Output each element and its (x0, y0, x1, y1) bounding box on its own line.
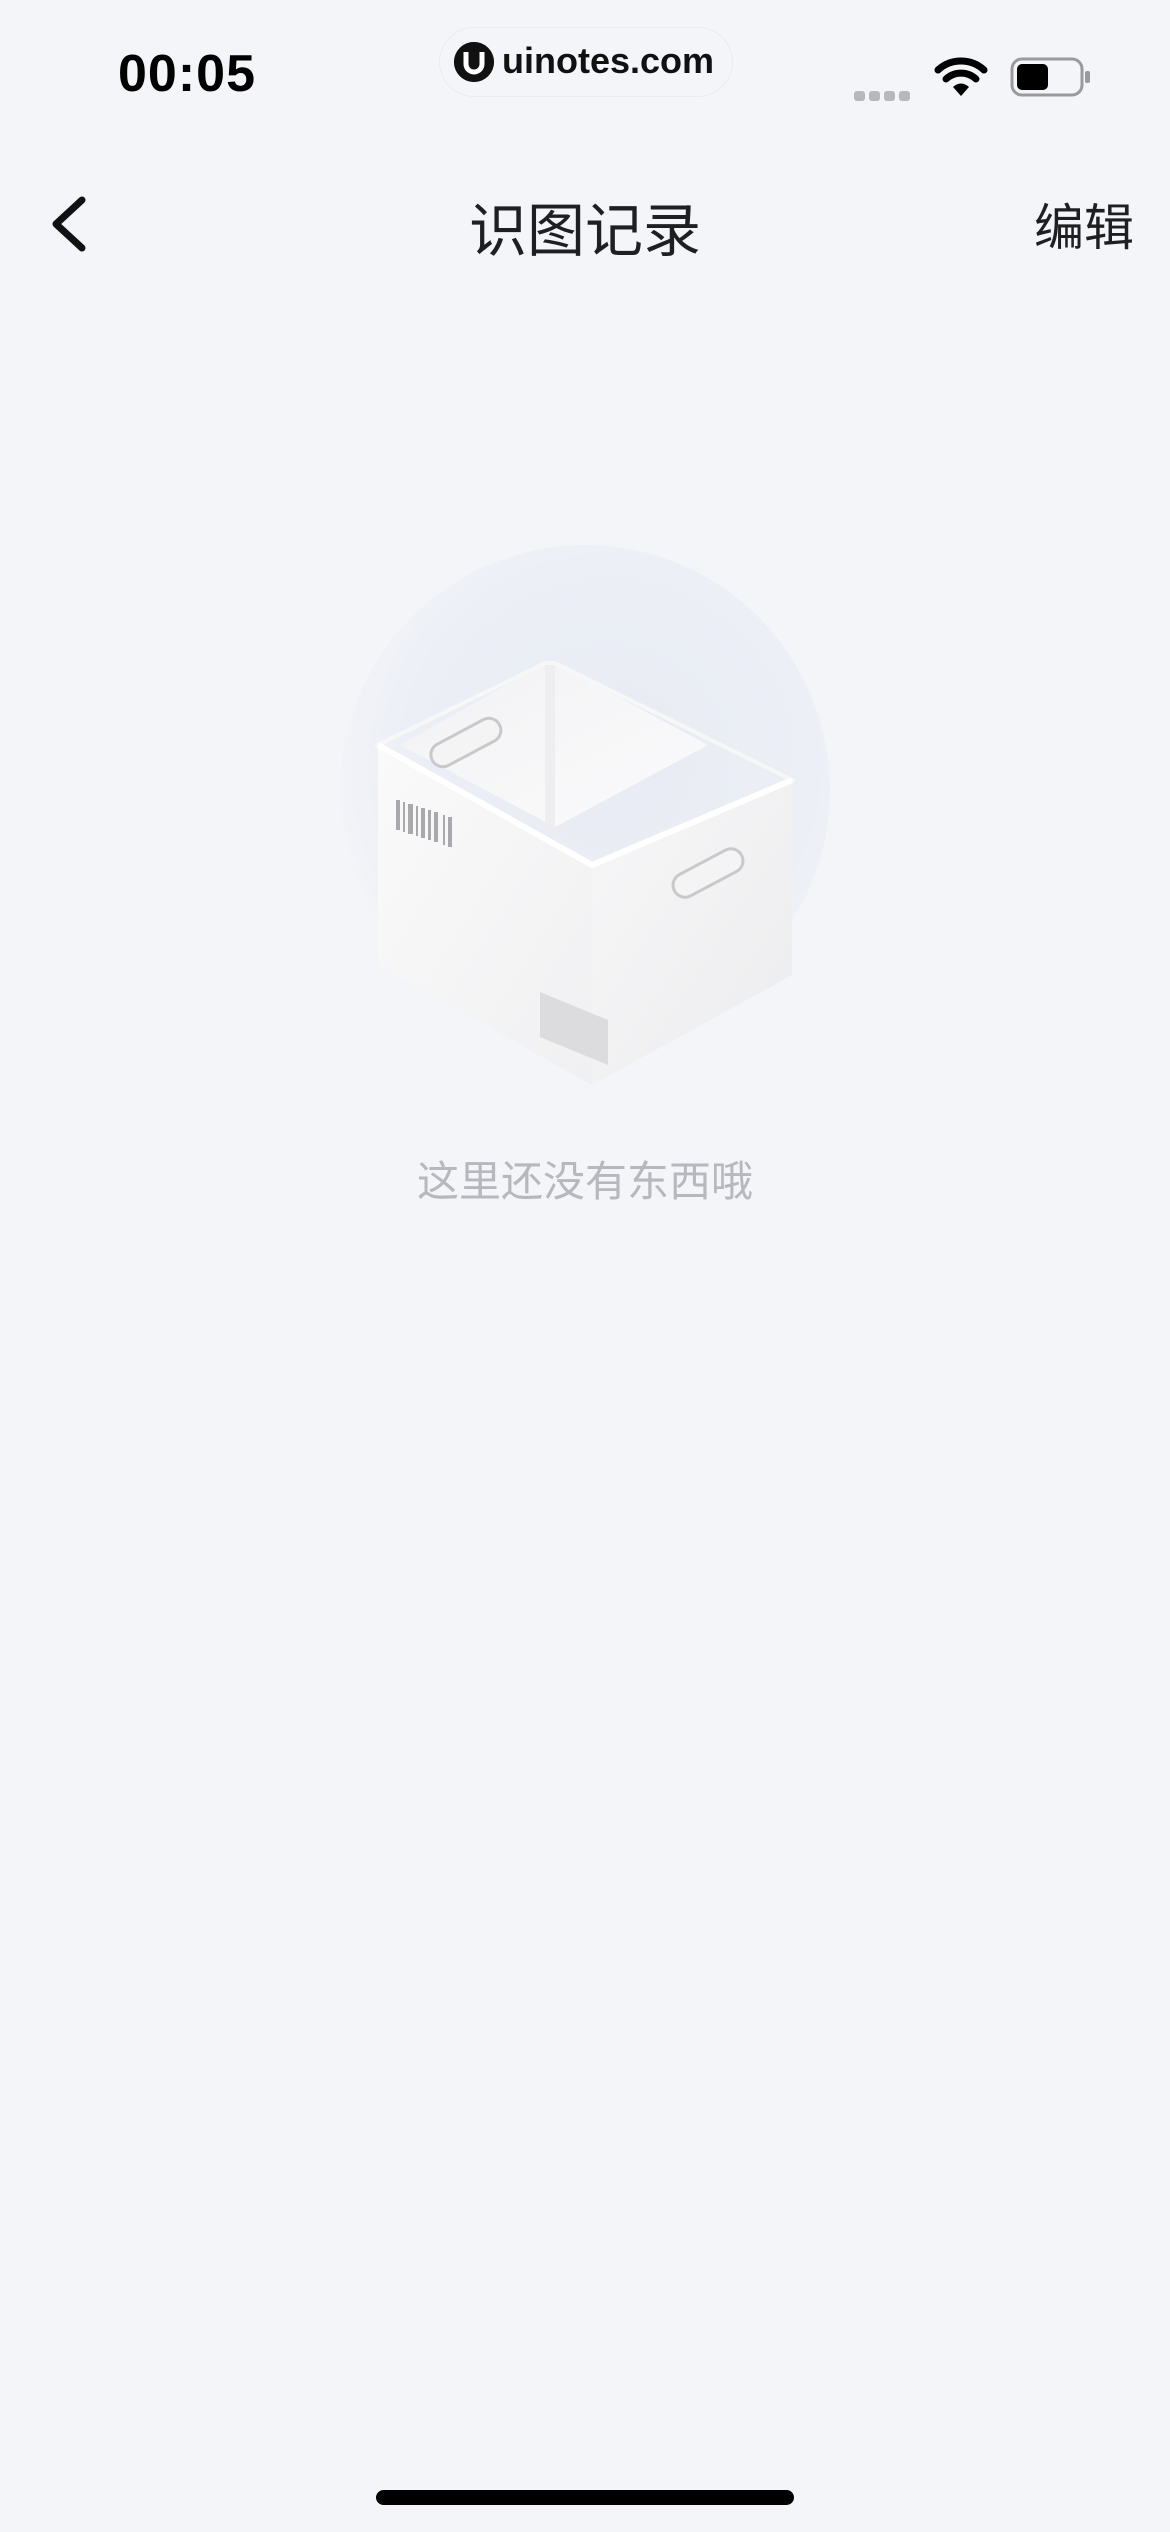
watermark-logo-icon (454, 42, 494, 82)
empty-box-icon (340, 545, 830, 1115)
battery-icon (1010, 57, 1092, 97)
page-title: 识图记录 (468, 197, 701, 265)
status-time: 00:05 (118, 45, 256, 103)
status-bar: 00:05 uinotes.com (0, 0, 1170, 140)
edit-button[interactable]: 编辑 (1034, 188, 1134, 260)
home-indicator[interactable] (376, 2490, 794, 2505)
wifi-icon (934, 56, 988, 98)
nav-bar: 识图记录 编辑 (0, 140, 1170, 310)
signal-icon (854, 86, 916, 101)
watermark-text: uinotes.com (502, 40, 715, 81)
empty-state-message: 这里还没有东西哦 (416, 1157, 753, 1206)
watermark-badge: uinotes.com (440, 28, 732, 96)
